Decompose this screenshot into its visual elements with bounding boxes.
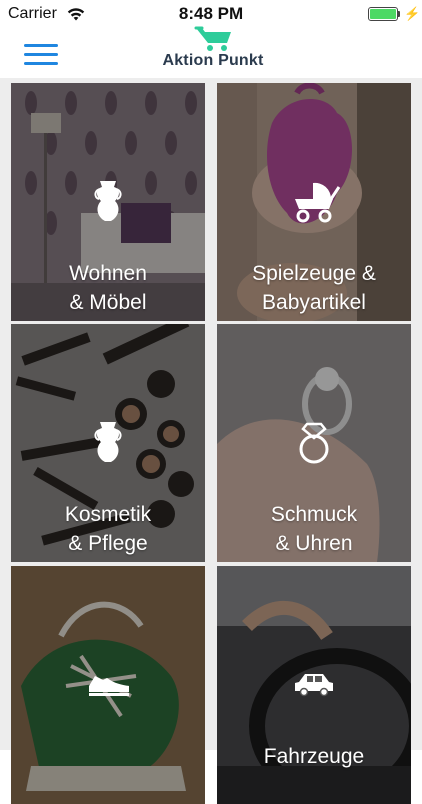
category-label: Spielzeuge & Babyartikel [217, 259, 411, 317]
category-tile-spielzeuge[interactable]: Spielzeuge & Babyartikel [217, 83, 411, 321]
category-label-line1: Wohnen [69, 262, 147, 285]
category-label: Fahrzeuge [217, 742, 411, 771]
category-tile-fahrzeuge[interactable]: Fahrzeuge [217, 566, 411, 804]
cart-logo-icon [194, 26, 231, 51]
category-label-line1: Schmuck [270, 503, 358, 526]
menu-line [24, 62, 58, 65]
category-tile-wohnen[interactable]: Wohnen & Möbel [11, 83, 205, 321]
category-label-line2: & Uhren [275, 532, 353, 555]
menu-line [24, 44, 58, 47]
category-label-line1: Fahrzeuge [263, 745, 365, 768]
category-label: Schmuck & Uhren [217, 500, 411, 558]
category-tile-schuhe[interactable] [11, 566, 205, 804]
category-tile-schmuck[interactable]: Schmuck & Uhren [217, 324, 411, 562]
category-label-line2: & Möbel [69, 291, 147, 314]
ring-icon [299, 422, 329, 464]
category-tile-kosmetik[interactable]: Kosmetik & Pflege [11, 324, 205, 562]
vase-icon [94, 181, 122, 221]
nav-bar: Aktion Punkt [0, 26, 422, 78]
category-label: Wohnen & Möbel [11, 259, 205, 317]
category-grid: Wohnen & Möbel Spielzeuge & Babyartikel [0, 78, 422, 804]
battery-icon [368, 7, 398, 21]
category-label-line1: Spielzeuge & [252, 262, 376, 285]
menu-line [24, 53, 58, 56]
category-label: Kosmetik & Pflege [11, 500, 205, 558]
app-logo[interactable]: Aktion Punkt [158, 22, 268, 74]
status-time: 8:48 PM [178, 4, 244, 23]
sneaker-icon [89, 676, 129, 696]
stroller-icon [295, 182, 341, 223]
vase-icon [94, 422, 122, 462]
battery-nub [398, 11, 400, 17]
category-label-line2: Babyartikel [262, 291, 366, 314]
category-label-line1: Kosmetik [64, 503, 152, 526]
charging-bolt-icon: ⚡ [404, 6, 421, 21]
logo-text: Aktion Punkt [162, 52, 264, 69]
category-label-line2: & Pflege [68, 532, 148, 555]
hamburger-menu-button[interactable] [24, 44, 58, 68]
car-icon [295, 674, 333, 697]
